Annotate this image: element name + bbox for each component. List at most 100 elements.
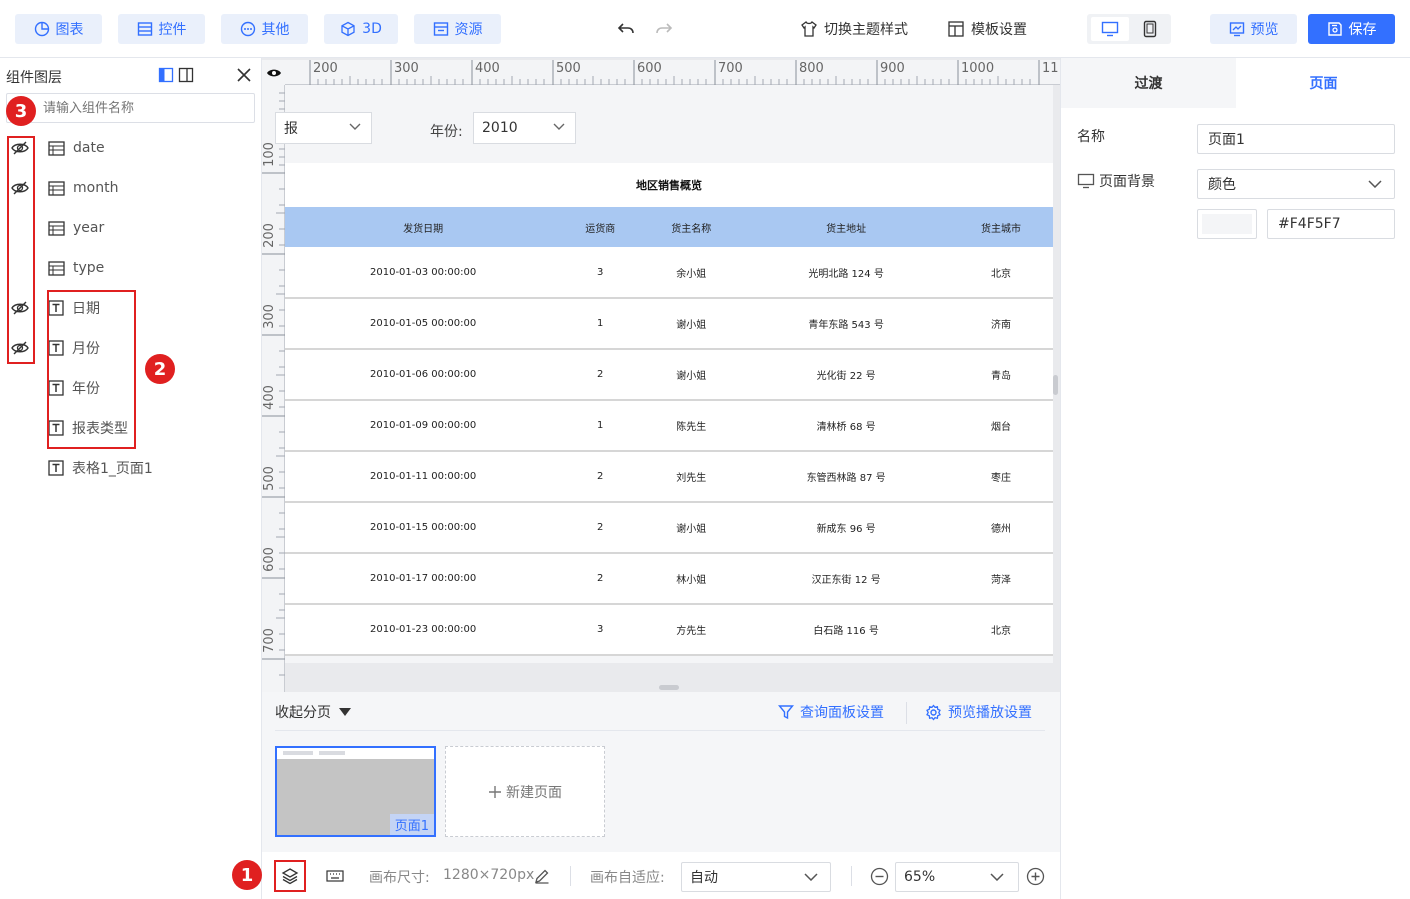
ruler-label: 11: [1042, 61, 1059, 76]
layer-item-label: date: [73, 140, 105, 156]
divider: [906, 702, 907, 724]
report-type-value: 报: [284, 121, 298, 137]
new-page-label: 新建页面: [506, 784, 562, 801]
table-cell: 林小姐: [639, 553, 744, 605]
table-cell: 1: [561, 298, 640, 350]
zoom-out-button[interactable]: [870, 867, 889, 890]
table-cell: 清林桥 68 号: [743, 400, 949, 452]
background-color-input[interactable]: #F4F5F7: [1267, 209, 1395, 239]
new-page-button[interactable]: 新建页面: [445, 746, 605, 837]
background-color-swatch[interactable]: [1197, 209, 1257, 239]
table-row: 2010-01-09 00:00:00 1 陈先生 清林桥 68 号烟台: [285, 400, 1053, 452]
table-cell: 2: [561, 349, 640, 401]
table-cell: 3: [561, 604, 640, 656]
horizontal-scrollbar-thumb[interactable]: [659, 685, 679, 690]
table-cell: 谢小姐: [639, 298, 744, 350]
table-cell: 枣庄: [948, 451, 1053, 503]
layer-item-label: type: [73, 260, 105, 276]
chart-button[interactable]: 图表: [15, 14, 102, 44]
widget-button[interactable]: 控件: [118, 14, 205, 44]
tab-page[interactable]: 页面: [1236, 58, 1410, 108]
table-cell: 光化街 22 号: [743, 349, 949, 401]
table-cell: 陈先生: [639, 400, 744, 452]
tab-transition[interactable]: 过渡: [1061, 58, 1236, 108]
page-thumbnail-1[interactable]: 页面1: [275, 746, 436, 837]
ruler-label: 200: [313, 61, 338, 76]
chevron-down-icon: [990, 873, 1004, 881]
panel-layout-icon[interactable]: [158, 67, 174, 83]
resource-button[interactable]: 资源: [414, 14, 501, 44]
ruler-label: 300: [394, 61, 419, 76]
table-cell: 烟台: [948, 400, 1053, 452]
table-cell: 2010-01-09 00:00:00: [285, 400, 562, 452]
layer-item-month[interactable]: month: [48, 176, 118, 200]
vertical-scrollbar-thumb[interactable]: [1053, 375, 1058, 395]
table-cell: 方先生: [639, 604, 744, 656]
layer-item-table[interactable]: 表格1_页面1: [48, 456, 153, 480]
divider: [851, 866, 852, 886]
table-row: 2010-01-23 00:00:00 3 方先生 白石路 116 号北京: [285, 604, 1053, 656]
undo-button[interactable]: [616, 14, 636, 44]
ruler-visibility-toggle[interactable]: [262, 60, 285, 85]
table-cell: 新成东 96 号: [743, 502, 949, 554]
save-button[interactable]: 保存: [1308, 14, 1395, 44]
annotation-badge-2: 2: [145, 354, 175, 384]
other-button[interactable]: 其他: [221, 14, 308, 44]
layers-toggle-button[interactable]: [274, 860, 306, 892]
layer-item-type[interactable]: type: [48, 256, 104, 280]
table-cell: 2010-01-11 00:00:00: [285, 451, 562, 503]
table-row: 2010-01-03 00:00:00 3 余小姐 光明北路 124 号北京: [285, 247, 1053, 299]
annotation-box-text-layers: [47, 290, 136, 449]
ruler-label: 500: [556, 61, 581, 76]
property-panel: 过渡 页面 名称 页面1 页面背景 颜色 #F4F5F7: [1060, 58, 1410, 899]
page-name-input[interactable]: 页面1: [1197, 124, 1395, 154]
switch-theme-button[interactable]: 切换主题样式: [800, 14, 908, 44]
report-type-select[interactable]: 报: [275, 112, 372, 144]
year-select[interactable]: 2010: [473, 112, 576, 144]
ruler-label: 600: [637, 61, 662, 76]
layer-item-label: month: [73, 180, 119, 196]
layer-item-year[interactable]: year: [48, 216, 104, 240]
zoom-out-icon: [870, 867, 889, 886]
redo-button[interactable]: [654, 14, 674, 44]
panel-split-icon[interactable]: [178, 67, 194, 83]
divider: [570, 866, 571, 886]
table-header: 货主城市: [948, 207, 1053, 247]
table-cell: 谢小姐: [639, 502, 744, 554]
divider: [275, 730, 1045, 731]
ruler-label: 900: [880, 61, 905, 76]
component-search-input[interactable]: [6, 93, 255, 123]
ruler-label: 800: [799, 61, 824, 76]
chevron-down-icon: [553, 123, 565, 130]
collapse-pages-button[interactable]: 收起分页: [275, 702, 351, 722]
undo-icon: [617, 23, 634, 34]
desktop-mode-button[interactable]: [1091, 17, 1129, 41]
canvas-adapt-select[interactable]: 自动: [681, 862, 831, 892]
preview-button[interactable]: 预览: [1210, 14, 1297, 44]
annotation-badge-3: 3: [6, 96, 36, 126]
page-thumbnail-label: 页面1: [389, 814, 434, 835]
layer-item-date[interactable]: date: [48, 136, 105, 160]
zoom-select[interactable]: 65%: [895, 862, 1019, 892]
zoom-value: 65%: [904, 869, 936, 885]
keyboard-shortcuts-button[interactable]: [326, 869, 344, 887]
widget-icon: [48, 140, 65, 156]
preview-play-settings-button[interactable]: 预览播放设置: [925, 702, 1032, 722]
3d-button[interactable]: 3D: [324, 14, 398, 44]
template-settings-button[interactable]: 模板设置: [947, 14, 1027, 44]
ruler-label: 700: [261, 628, 277, 653]
mobile-mode-button[interactable]: [1133, 17, 1167, 41]
table-cell: 德州: [948, 502, 1053, 554]
background-type-select[interactable]: 颜色: [1197, 169, 1395, 199]
close-icon[interactable]: [236, 67, 252, 83]
table-cell: 北京: [948, 247, 1053, 299]
chart-icon: [34, 21, 49, 37]
thumbnail-filter: [283, 751, 313, 755]
widget-icon: [48, 260, 65, 276]
zoom-in-button[interactable]: [1026, 867, 1045, 890]
ruler-label: 400: [261, 385, 277, 410]
edit-canvas-size-button[interactable]: [534, 868, 550, 888]
query-panel-settings-button[interactable]: 查询面板设置: [778, 702, 884, 722]
chevron-down-icon: [349, 123, 361, 130]
cube-icon: [341, 21, 355, 37]
